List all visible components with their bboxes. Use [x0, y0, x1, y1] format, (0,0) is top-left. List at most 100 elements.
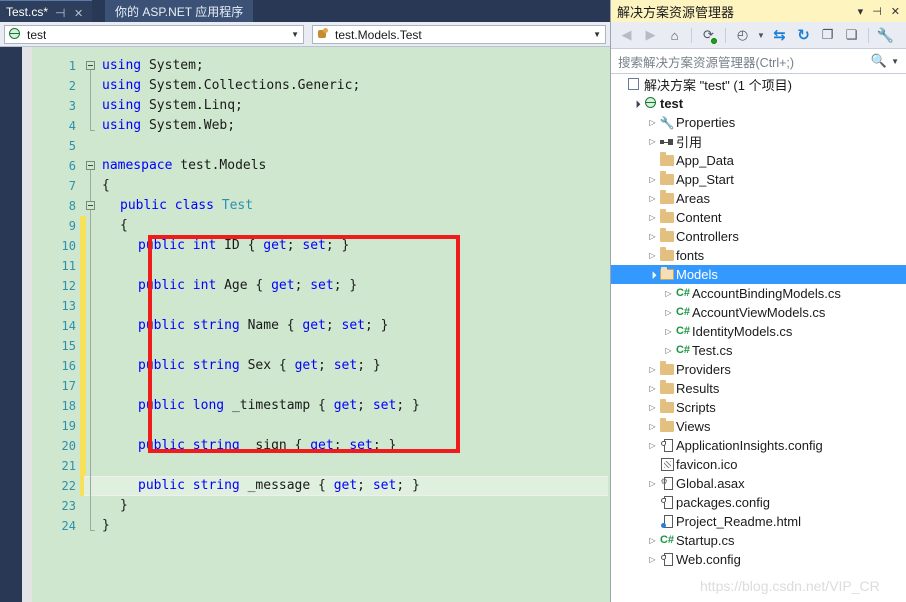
tree-node[interactable]: ▷ Global.asax	[611, 474, 906, 493]
tree-node[interactable]: ▷ Results	[611, 379, 906, 398]
project-dropdown[interactable]: test ▼	[4, 25, 304, 44]
tree-node[interactable]: Project_Readme.html	[611, 512, 906, 531]
pin-icon[interactable]	[55, 6, 67, 18]
chevron-down-icon[interactable]: ▼	[593, 30, 601, 39]
code-line[interactable]: public string Sex { get; set; }	[138, 356, 381, 376]
tree-node[interactable]: ▷ Content	[611, 208, 906, 227]
chevron-down-icon[interactable]: ▼	[891, 57, 899, 66]
forward-button[interactable]: ▶	[640, 25, 661, 46]
properties-button[interactable]: 🔧	[875, 25, 896, 46]
code-line[interactable]: using System.Linq;	[102, 96, 243, 116]
chevron-collapsed-icon[interactable]: ▷	[647, 479, 658, 488]
tree-node[interactable]: ◢ Models	[611, 265, 906, 284]
code-line[interactable]: {	[120, 216, 128, 236]
tree-node[interactable]: App_Data	[611, 151, 906, 170]
chevron-collapsed-icon[interactable]: ▷	[647, 441, 658, 450]
tree-node[interactable]: ◢ test	[611, 94, 906, 113]
dropdown-icon[interactable]: ▾	[858, 5, 864, 18]
chevron-collapsed-icon[interactable]: ▷	[647, 422, 658, 431]
tree-node[interactable]: ▷ C# AccountViewModels.cs	[611, 303, 906, 322]
code-line[interactable]: }	[102, 516, 110, 536]
sync-with-active-document-button[interactable]: ⟳	[698, 25, 719, 46]
outline-collapse-icon[interactable]	[86, 61, 95, 70]
back-button[interactable]: ◀	[616, 25, 637, 46]
tree-node[interactable]: ▷ C# IdentityModels.cs	[611, 322, 906, 341]
outline-collapse-icon[interactable]	[86, 161, 95, 170]
chevron-collapsed-icon[interactable]: ▷	[647, 175, 658, 184]
search-icon[interactable]: 🔍	[871, 53, 887, 69]
csharp-file-icon: C#	[659, 534, 675, 546]
tree-node[interactable]: ▷ Areas	[611, 189, 906, 208]
tree-node[interactable]: favicon.ico	[611, 455, 906, 474]
chevron-collapsed-icon[interactable]: ▷	[663, 308, 674, 317]
chevron-collapsed-icon[interactable]: ▷	[647, 555, 658, 564]
code-line[interactable]: public long _timestamp { get; set; }	[138, 396, 420, 416]
tree-node[interactable]: ▷ Views	[611, 417, 906, 436]
code-text[interactable]: using System; using System.Collections.Ge…	[102, 47, 610, 602]
outline-collapse-icon[interactable]	[86, 201, 95, 210]
show-all-files-button[interactable]: ❏	[841, 25, 862, 46]
tree-node[interactable]: ▷ fonts	[611, 246, 906, 265]
chevron-collapsed-icon[interactable]: ▷	[647, 232, 658, 241]
chevron-collapsed-icon[interactable]: ▷	[647, 403, 658, 412]
code-line[interactable]: public int Age { get; set; }	[138, 276, 357, 296]
chevron-collapsed-icon[interactable]: ▷	[647, 384, 658, 393]
code-token: ; }	[396, 398, 420, 413]
tree-node[interactable]: ▷ Controllers	[611, 227, 906, 246]
pending-changes-dropdown[interactable]: ▼	[756, 25, 766, 46]
close-icon[interactable]	[74, 6, 86, 18]
tree-node[interactable]: ▷ 引用	[611, 132, 906, 151]
tree-node[interactable]: ▷ C# AccountBindingModels.cs	[611, 284, 906, 303]
tree-node[interactable]: ▷ Providers	[611, 360, 906, 379]
code-line[interactable]: }	[120, 496, 128, 516]
code-line[interactable]: using System.Collections.Generic;	[102, 76, 360, 96]
tab-test-cs[interactable]: Test.cs*	[0, 0, 93, 22]
chevron-collapsed-icon[interactable]: ▷	[647, 536, 658, 545]
chevron-collapsed-icon[interactable]: ▷	[647, 137, 658, 146]
chevron-down-icon[interactable]: ▼	[291, 30, 299, 39]
code-line[interactable]: using System.Web;	[102, 116, 235, 136]
tree-node[interactable]: 解决方案 "test" (1 个项目)	[611, 75, 906, 94]
chevron-collapsed-icon[interactable]: ▷	[647, 213, 658, 222]
tab-aspnet-app[interactable]: 你的 ASP.NET 应用程序	[105, 0, 254, 22]
code-line[interactable]: using System;	[102, 56, 204, 76]
code-line[interactable]: public string _message { get; set; }	[138, 476, 420, 496]
tree-node[interactable]: packages.config	[611, 493, 906, 512]
pin-icon[interactable]: ⊣	[872, 5, 882, 18]
chevron-collapsed-icon[interactable]: ▷	[663, 289, 674, 298]
chevron-collapsed-icon[interactable]: ▷	[663, 327, 674, 336]
code-line[interactable]: {	[102, 176, 110, 196]
code-line[interactable]: public int ID { get; set; }	[138, 236, 349, 256]
solution-explorer-search[interactable]: 搜索解决方案资源管理器(Ctrl+;) 🔍 ▼	[611, 49, 906, 74]
chevron-collapsed-icon[interactable]: ▷	[663, 346, 674, 355]
editor-navigation-bar: test ▼ test.Models.Test ▼	[0, 22, 610, 47]
chevron-collapsed-icon[interactable]: ▷	[647, 194, 658, 203]
home-button[interactable]: ⌂	[664, 25, 685, 46]
code-area[interactable]: 1 2 3 4 5 6 7 8 9 10 11 12 13 14 15 16 17 18 19 20 21 22 23 24 …	[32, 47, 610, 602]
tree-node[interactable]: ▷ C# Test.cs	[611, 341, 906, 360]
chevron-collapsed-icon[interactable]: ▷	[647, 251, 658, 260]
refresh-button[interactable]: ↻	[793, 25, 814, 46]
search-input[interactable]: 搜索解决方案资源管理器(Ctrl+;)	[618, 52, 871, 71]
code-line[interactable]: namespace test.Models	[102, 156, 266, 176]
code-line[interactable]: public class Test	[120, 196, 253, 216]
member-dropdown[interactable]: test.Models.Test ▼	[312, 25, 606, 44]
tree-node[interactable]: ▷ App_Start	[611, 170, 906, 189]
pending-changes-filter-button[interactable]: ◴	[732, 25, 753, 46]
solution-tree[interactable]: 解决方案 "test" (1 个项目) ◢ test ▷ 🔧 Properties ▷ 引用 A…	[611, 75, 906, 602]
tree-node[interactable]: ▷ 🔧 Properties	[611, 113, 906, 132]
code-editor-surface[interactable]: 1 2 3 4 5 6 7 8 9 10 11 12 13 14 15 16 17 18 19 20 21 22 23 24 …	[0, 47, 610, 602]
collapse-all-button[interactable]: ❐	[817, 25, 838, 46]
close-icon[interactable]: ✕	[891, 5, 900, 18]
tree-node[interactable]: ▷ ApplicationInsights.config	[611, 436, 906, 455]
sync-views-button[interactable]: ⇆	[769, 25, 790, 46]
tree-node[interactable]: ▷ C# Startup.cs	[611, 531, 906, 550]
code-line[interactable]: public string Name { get; set; }	[138, 316, 389, 336]
chevron-collapsed-icon[interactable]: ▷	[647, 365, 658, 374]
chevron-collapsed-icon[interactable]: ▷	[647, 118, 658, 127]
code-line[interactable]: public string _sign { get; set; }	[138, 436, 396, 456]
tree-node[interactable]: ▷ Scripts	[611, 398, 906, 417]
code-token: public	[138, 278, 193, 293]
outlining-margin[interactable]	[84, 47, 102, 602]
tree-node[interactable]: ▷ Web.config	[611, 550, 906, 569]
